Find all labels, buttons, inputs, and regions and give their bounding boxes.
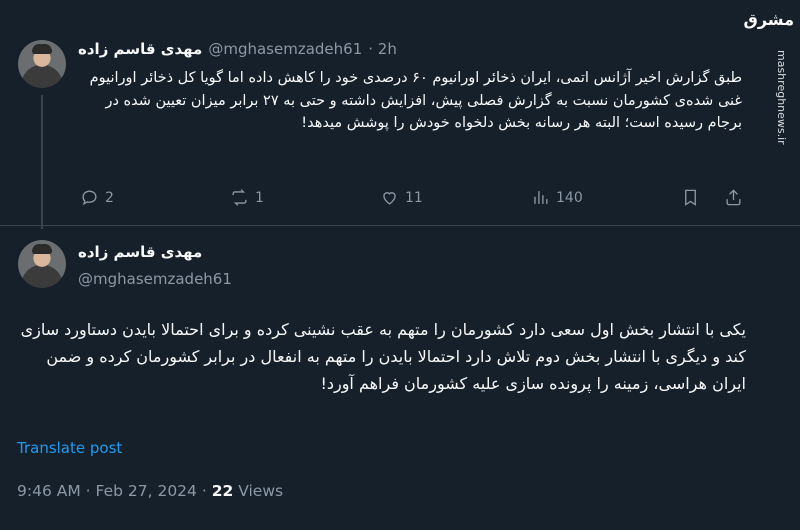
tweet1-actions: 2 1 11 140 [0,188,800,210]
like-button[interactable]: 11 [380,188,423,207]
watermark-logo: مشرق [743,10,794,29]
views-count: 140 [556,189,583,206]
translate-link[interactable]: Translate post [17,439,122,457]
bookmark-button[interactable] [681,188,700,207]
post-meta: 9:46 AM · Feb 27, 2024 · 22 Views [17,482,284,500]
post-date[interactable]: Feb 27, 2024 [96,482,197,500]
reply-icon [82,190,97,206]
avatar[interactable] [18,40,66,88]
repost-count: 1 [255,189,264,206]
reply-button[interactable]: 2 [80,188,114,207]
like-count: 11 [405,189,423,206]
post-time[interactable]: 9:46 AM [17,482,81,500]
repost-button[interactable]: 1 [230,188,264,207]
divider [0,225,800,226]
heart-icon [383,192,396,205]
author-name[interactable]: مهدی قاسم زاده [78,40,202,58]
reply-count: 2 [105,189,114,206]
author-name[interactable]: مهدی قاسم زاده [78,243,202,261]
share-icon [726,189,741,206]
repost-icon [232,189,247,206]
analytics-icon [534,191,548,204]
watermark-url: mashreghnews.ir [775,50,788,145]
views-count: 22 [211,482,234,500]
tweet1-text: طبق گزارش اخیر آژانس اتمی، ایران ذخائر ا… [89,70,742,131]
tweet1-header: مهدی قاسم زاده @mghasemzadeh61 · 2h [78,40,397,58]
views-label: Views [238,482,284,500]
author-handle[interactable]: @mghasemzadeh61 [208,40,362,58]
tweet2-text: یکی با انتشار بخش اول سعی دارد کشورمان ر… [20,320,746,393]
views-button[interactable]: 140 [531,188,583,207]
watermark: مشرق mashreghnews.ir [744,10,794,145]
share-button[interactable] [724,188,743,207]
post-time[interactable]: · 2h [368,40,397,58]
bookmark-icon [685,189,696,206]
author-handle[interactable]: @mghasemzadeh61 [78,270,232,288]
avatar[interactable] [18,240,66,288]
